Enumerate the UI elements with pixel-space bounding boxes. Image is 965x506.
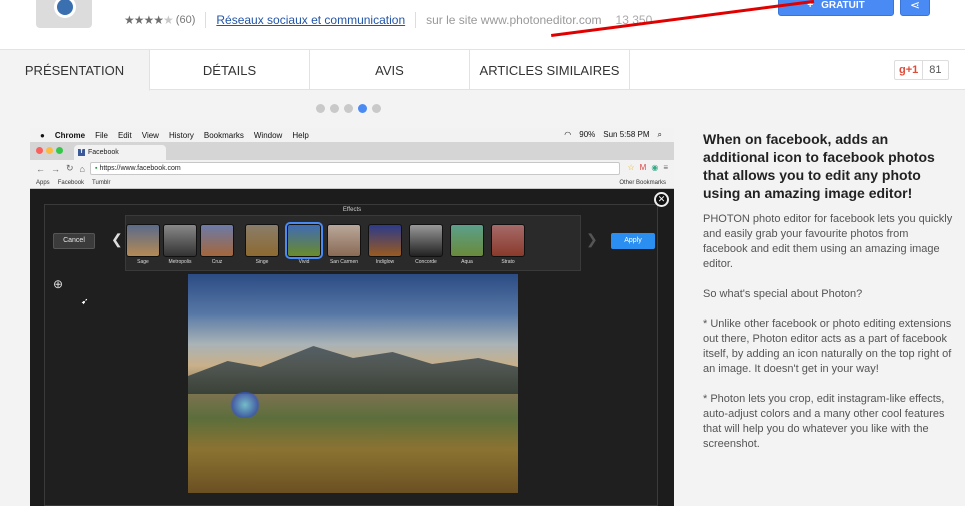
gplus-button[interactable]: g+1: [894, 60, 924, 80]
menubar-status: ◠ 90% Sun 5:58 PM ⌕: [564, 130, 662, 140]
landscape-photo: [188, 274, 518, 493]
gplus-widget[interactable]: g+1 81: [894, 60, 949, 80]
menubar-app: Chrome: [54, 130, 86, 140]
filter-strip: Sage Metropolis Cruz Singe Vivid San Car…: [125, 215, 581, 271]
zoom-in-icon: ⊕: [53, 277, 64, 291]
browser-tab-title: Facebook: [88, 149, 119, 156]
browser-toolbar: ← → ↻ ⌂ ▪ https://www.facebook.com ☆ M ◉…: [30, 160, 674, 177]
meta-divider: [205, 12, 207, 28]
address-bar: ▪ https://www.facebook.com: [90, 162, 620, 175]
share-icon: ⋖: [909, 0, 921, 12]
description-paragraph: * Unlike other facebook or photo editing…: [703, 318, 952, 375]
description-body: PHOTON photo editor for facebook lets yo…: [703, 212, 953, 452]
menubar-item: Edit: [117, 130, 132, 140]
lens-flare: [228, 392, 262, 418]
rating-count: (60): [175, 14, 196, 26]
description-panel: When on facebook, adds an additional ico…: [703, 130, 953, 467]
menu-icon: ≡: [663, 163, 668, 172]
chevron-left-icon: ❮: [111, 231, 123, 247]
menubar-item: File: [95, 130, 108, 140]
maximize-window-icon: [56, 147, 63, 154]
description-paragraph: PHOTON photo editor for facebook lets yo…: [703, 213, 953, 270]
add-free-label: GRATUIT: [821, 0, 865, 11]
apple-icon: ●: [40, 130, 45, 140]
menubar-item: History: [168, 130, 194, 140]
filter-thumb: Cruz: [200, 224, 234, 268]
address-url: https://www.facebook.com: [99, 165, 181, 172]
cursor-icon: ➹: [81, 296, 89, 306]
category-link[interactable]: Réseaux sociaux et communication: [216, 13, 405, 27]
extension-meta: ★★★★★ (60) Réseaux sociaux et communicat…: [124, 12, 652, 28]
wifi-icon: ◠: [564, 130, 572, 139]
extension-screenshot: ● Chrome File Edit View History Bookmark…: [30, 128, 674, 506]
bookmark-apps: Apps: [36, 179, 50, 186]
facebook-favicon-icon: f: [78, 149, 85, 156]
carousel-dot[interactable]: [344, 104, 353, 113]
gmail-icon: M: [639, 163, 647, 172]
filter-thumb: Singe: [245, 224, 279, 268]
chevron-right-icon: ❯: [586, 231, 598, 247]
meta-divider: [415, 12, 417, 28]
extension-logo: [36, 0, 92, 28]
search-icon: ⌕: [657, 130, 662, 139]
other-bookmarks: Other Bookmarks: [619, 179, 666, 186]
bookmarks-bar: Apps Facebook Tumblr Other Bookmarks: [30, 177, 674, 189]
detail-tabs: PRÉSENTATION DÉTAILS AVIS ARTICLES SIMIL…: [0, 50, 965, 91]
filter-thumb: Concorde: [409, 224, 443, 268]
bookmark-tumblr: Tumblr: [92, 179, 111, 186]
carousel-dot[interactable]: [330, 104, 339, 113]
filter-thumb: San Carmen: [327, 224, 361, 268]
clock-text: Sun 5:58 PM: [603, 130, 650, 139]
website-text: sur le site www.photoneditor.com: [426, 13, 602, 27]
description-paragraph: So what's special about Photon?: [703, 288, 863, 300]
filter-thumb: Strato: [491, 224, 525, 268]
tab-reviews[interactable]: AVIS: [310, 50, 470, 90]
mountain-shape: [188, 346, 518, 394]
filter-thumb: Indiglow: [368, 224, 402, 268]
browser-tab: f Facebook: [74, 145, 166, 160]
minimize-window-icon: [46, 147, 53, 154]
battery-text: 90%: [579, 130, 596, 139]
reload-icon: ↻: [66, 163, 74, 173]
carousel-dot[interactable]: [372, 104, 381, 113]
effects-title: Effects: [342, 207, 362, 213]
editor-apply-button: Apply: [611, 233, 655, 249]
lock-icon: ▪: [95, 165, 98, 172]
menubar-item: View: [141, 130, 159, 140]
filter-thumb: Aqua: [450, 224, 484, 268]
menubar-item: Help: [292, 130, 309, 140]
home-icon: ⌂: [79, 163, 85, 174]
tab-related[interactable]: ARTICLES SIMILAIRES: [470, 50, 630, 90]
forward-icon: →: [51, 163, 60, 174]
bookmark-facebook: Facebook: [57, 179, 85, 186]
close-window-icon: [36, 147, 43, 154]
editor-close-icon: ✕: [654, 192, 669, 207]
carousel-dot[interactable]: [316, 104, 325, 113]
carousel-dot-active[interactable]: [358, 104, 367, 113]
menubar-item: Bookmarks: [203, 130, 244, 140]
carousel-dots: [316, 104, 381, 113]
gplus-count: 81: [923, 60, 949, 80]
filter-thumb-selected: Vivid: [285, 222, 323, 268]
description-title: When on facebook, adds an additional ico…: [703, 131, 935, 201]
extension-icons: ☆ M ◉ ≡: [628, 163, 669, 172]
rating-stars: ★★★★★: [124, 13, 174, 27]
editor-cancel-button: Cancel: [53, 233, 95, 249]
tab-overview[interactable]: PRÉSENTATION: [0, 50, 150, 91]
photo-editor: Effects Cancel ❮ Sage Metropolis Cruz Si…: [44, 204, 658, 506]
back-icon: ←: [36, 163, 45, 174]
mac-menubar: ● Chrome File Edit View History Bookmark…: [30, 128, 674, 142]
share-button[interactable]: ⋖: [900, 0, 930, 16]
filter-thumb: Metropolis: [163, 224, 197, 268]
tab-details[interactable]: DÉTAILS: [150, 50, 310, 90]
browser-tabstrip: f Facebook: [30, 142, 674, 160]
menubar-item: Window: [253, 130, 283, 140]
extension-icon: ◉: [651, 163, 659, 172]
filter-thumb: Sage: [126, 224, 160, 268]
star-icon: ☆: [627, 163, 635, 172]
window-controls: [36, 147, 63, 154]
description-paragraph: * Photon lets you crop, edit instagram-l…: [703, 393, 945, 450]
extension-header: ★★★★★ (60) Réseaux sociaux et communicat…: [0, 0, 965, 50]
photon-logo-icon: [54, 0, 76, 18]
